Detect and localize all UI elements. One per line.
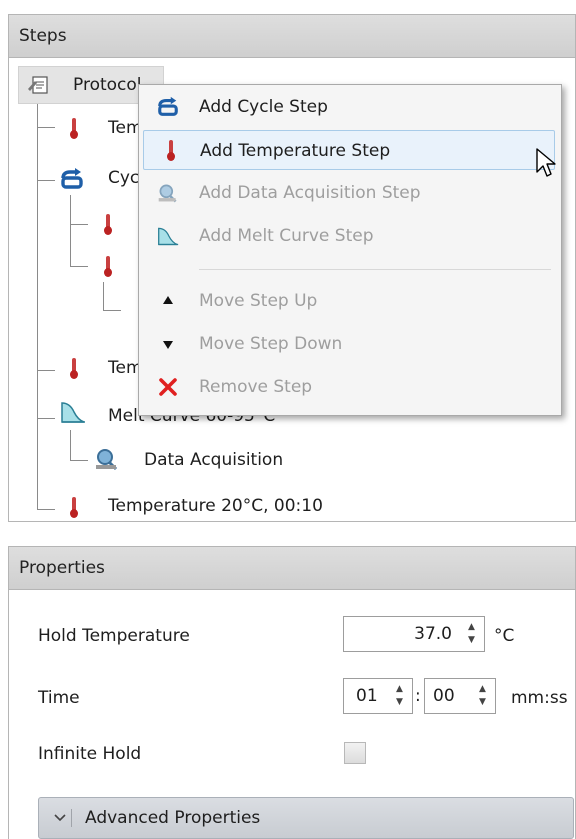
advanced-properties-label: Advanced Properties — [85, 808, 261, 828]
time-minutes-value: 01 — [356, 686, 378, 706]
advanced-properties-expander[interactable]: Advanced Properties — [38, 797, 574, 839]
menu-item-add-temperature-step[interactable]: Add Temperature Step — [143, 130, 555, 170]
menu-item-add-data-acquisition-step[interactable]: Add Data Acquisition Step — [143, 173, 555, 213]
tree-line — [70, 266, 88, 267]
chevron-down-icon — [53, 809, 72, 827]
red-x-icon — [159, 378, 177, 396]
menu-label: Move Step Up — [199, 291, 318, 311]
spinner-arrows[interactable]: ▲ ▼ — [462, 617, 484, 651]
tree-label-data-acquisition[interactable]: Data Acquisition — [144, 450, 283, 470]
menu-label: Add Cycle Step — [199, 97, 328, 117]
properties-panel-title: Properties — [19, 558, 105, 578]
menu-label: Add Data Acquisition Step — [199, 183, 421, 203]
tree-line — [70, 195, 71, 267]
cycle-icon — [61, 168, 83, 189]
protocol-icon — [28, 76, 48, 94]
menu-item-remove-step[interactable]: Remove Step — [143, 367, 555, 407]
data-acquisition-icon — [158, 184, 177, 203]
melt-curve-icon — [158, 227, 179, 246]
tree-line — [70, 430, 71, 460]
menu-label: Add Melt Curve Step — [199, 226, 374, 246]
hold-temperature-label: Hold Temperature — [38, 626, 190, 646]
triangle-up-icon — [163, 296, 173, 304]
hold-temperature-spinner[interactable]: 37.0 ▲ ▼ — [343, 616, 485, 652]
tree-line — [37, 509, 55, 510]
infinite-hold-label: Infinite Hold — [38, 744, 142, 764]
triangle-down-icon — [163, 341, 173, 349]
properties-panel-header: Properties — [8, 546, 576, 590]
thermometer-icon — [167, 140, 175, 162]
hold-temperature-unit: °C — [494, 626, 515, 646]
time-label: Time — [38, 688, 80, 708]
spinner-arrows[interactable]: ▲ ▼ — [473, 679, 495, 713]
time-unit: mm:ss — [511, 688, 568, 708]
data-acquisition-icon — [96, 449, 118, 471]
infinite-hold-checkbox[interactable] — [344, 742, 366, 764]
menu-item-move-step-up[interactable]: Move Step Up — [143, 281, 555, 321]
hold-temperature-value: 37.0 — [414, 624, 452, 644]
time-separator: : — [415, 686, 421, 706]
menu-item-move-step-down[interactable]: Move Step Down — [143, 324, 555, 364]
menu-label: Remove Step — [199, 377, 313, 397]
thermometer-icon — [70, 358, 78, 380]
tree-line — [103, 310, 121, 311]
time-minutes-spinner[interactable]: 01 ▲ ▼ — [343, 678, 413, 714]
thermometer-icon — [70, 497, 78, 519]
steps-panel-title: Steps — [19, 26, 67, 46]
tree-line — [37, 418, 55, 419]
tree-line — [70, 224, 88, 225]
steps-panel-header: Steps — [8, 14, 576, 58]
menu-label: Move Step Down — [199, 334, 343, 354]
time-seconds-spinner[interactable]: 00 ▲ ▼ — [424, 678, 496, 714]
thermometer-icon — [70, 118, 78, 140]
tree-line — [103, 282, 104, 310]
menu-separator — [199, 269, 551, 270]
tree-line — [37, 127, 55, 128]
thermometer-icon — [104, 214, 112, 236]
menu-item-add-melt-curve-step[interactable]: Add Melt Curve Step — [143, 216, 555, 256]
tree-label-temperature-20[interactable]: Temperature 20°C, 00:10 — [108, 496, 323, 516]
tree-line — [37, 370, 55, 371]
menu-item-add-cycle-step[interactable]: Add Cycle Step — [143, 87, 555, 127]
cycle-icon — [158, 96, 178, 116]
spinner-arrows[interactable]: ▲ ▼ — [390, 679, 412, 713]
context-menu: Add Cycle Step Add Temperature Step Add … — [138, 84, 562, 416]
tree-label-protocol: Protocol — [73, 75, 142, 95]
menu-label: Add Temperature Step — [200, 141, 391, 161]
time-seconds-value: 00 — [433, 686, 455, 706]
mouse-cursor-icon — [536, 148, 556, 177]
melt-curve-icon — [61, 402, 85, 423]
tree-line — [37, 180, 55, 181]
thermometer-icon — [104, 256, 112, 278]
tree-line — [70, 460, 88, 461]
tree-line — [37, 102, 38, 510]
